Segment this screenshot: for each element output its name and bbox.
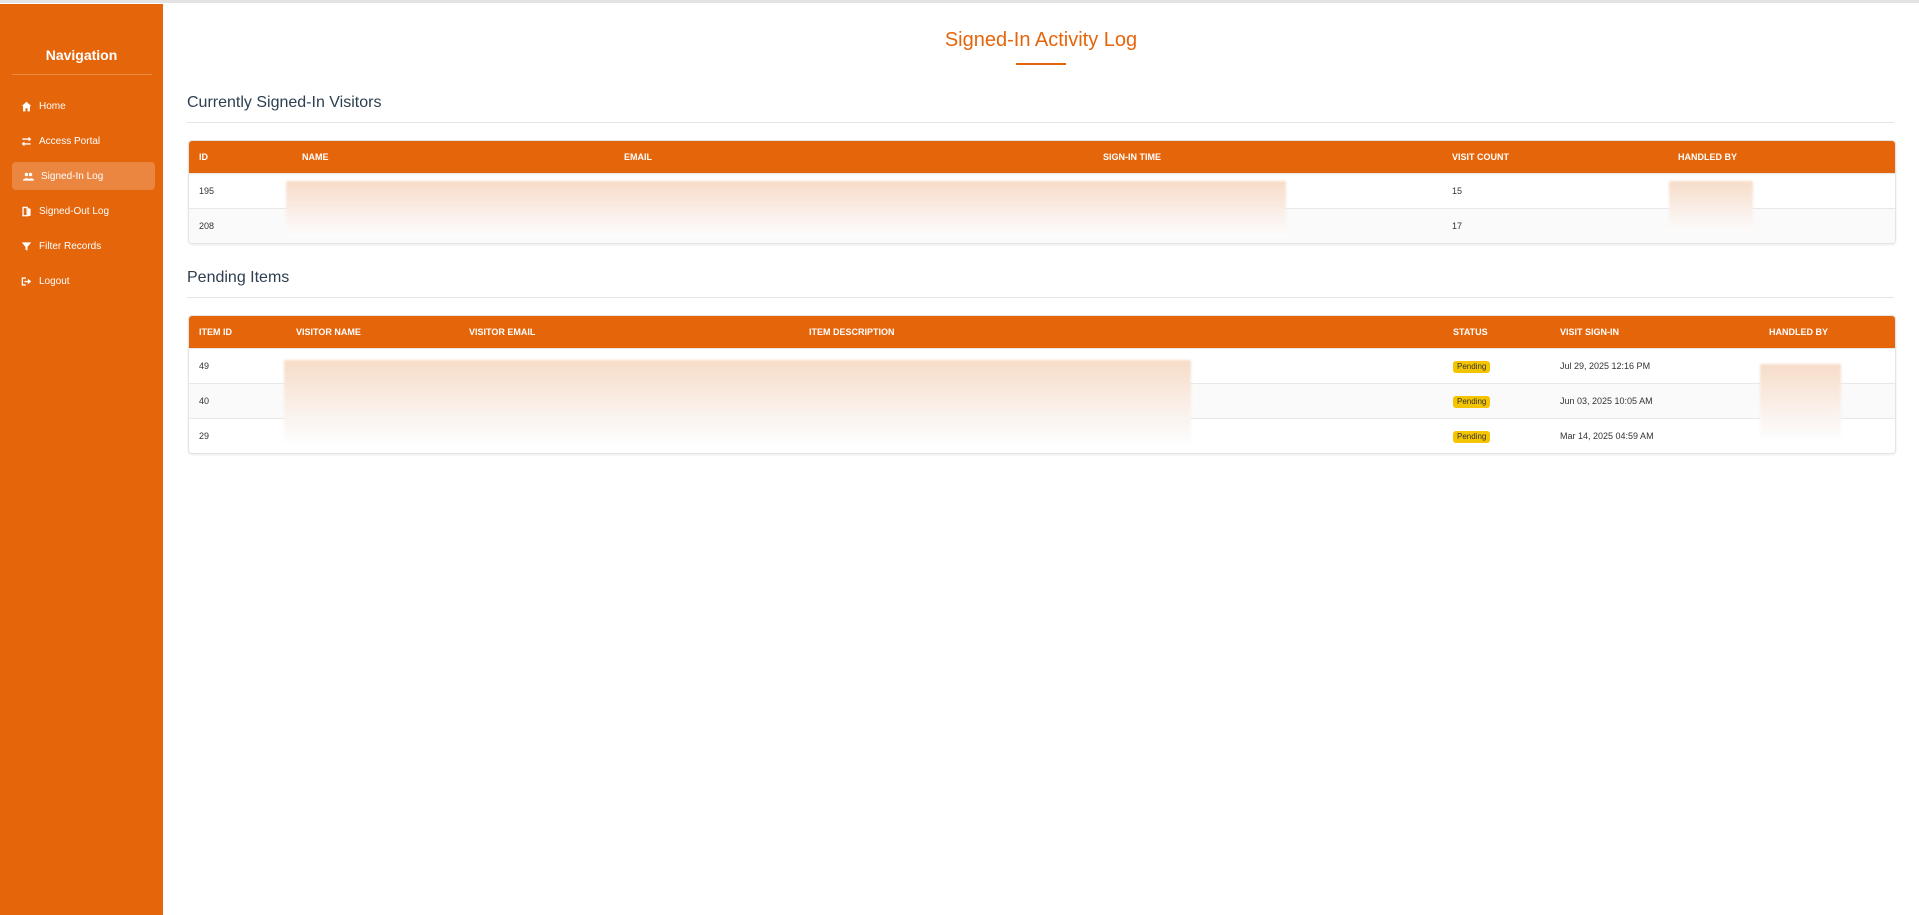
column-header-handled-by[interactable]: HANDLED BY xyxy=(1769,316,1828,348)
sidebar: Navigation Home Access Portal Signed-In … xyxy=(0,4,163,915)
page-title: Signed-In Activity Log xyxy=(944,29,1138,51)
sidebar-item-label: Home xyxy=(39,100,66,112)
sidebar-item-access-portal[interactable]: Access Portal xyxy=(12,127,155,155)
title-underline xyxy=(1016,63,1066,65)
visit-count: 15 xyxy=(1452,186,1463,196)
column-header-visitor-name[interactable]: VISITOR NAME xyxy=(296,316,361,348)
status-badge: Pending xyxy=(1453,360,1491,373)
pending-table: ITEM ID VISITOR NAME VISITOR EMAIL ITEM … xyxy=(188,315,1896,454)
table-header: ID NAME EMAIL SIGN-IN TIME VISIT COUNT H… xyxy=(189,141,1895,173)
logout-icon xyxy=(20,275,32,287)
sidebar-item-filter-records[interactable]: Filter Records xyxy=(12,232,155,260)
sidebar-item-label: Signed-Out Log xyxy=(39,205,110,217)
column-header-visit-count[interactable]: VISIT COUNT xyxy=(1452,141,1509,173)
section-divider xyxy=(187,297,1894,298)
visit-count: 17 xyxy=(1452,221,1463,231)
main-content: Signed-In Activity Log Currently Signed-… xyxy=(163,4,1919,915)
visit-sign-in: Mar 14, 2025 04:59 AM xyxy=(1560,431,1654,441)
column-header-status[interactable]: STATUS xyxy=(1453,316,1488,348)
status-cell: Pending xyxy=(1453,384,1491,418)
redacted-area xyxy=(286,181,1286,237)
filter-icon xyxy=(20,240,32,252)
sidebar-item-signed-out-log[interactable]: Signed-Out Log xyxy=(12,197,155,225)
sidebar-item-signed-in-log[interactable]: Signed-In Log xyxy=(12,162,155,190)
redacted-area xyxy=(284,360,1191,442)
signed-in-table: ID NAME EMAIL SIGN-IN TIME VISIT COUNT H… xyxy=(188,140,1896,244)
sidebar-item-label: Logout xyxy=(39,275,70,287)
column-header-visitor-email[interactable]: VISITOR EMAIL xyxy=(469,316,535,348)
sidebar-item-label: Signed-In Log xyxy=(41,170,104,182)
sidebar-item-label: Filter Records xyxy=(39,240,102,252)
sidebar-nav: Home Access Portal Signed-In Log Signed-… xyxy=(12,92,155,302)
signed-in-section-title: Currently Signed-In Visitors xyxy=(187,94,382,111)
column-header-id[interactable]: ID xyxy=(199,141,208,173)
redacted-area xyxy=(1760,364,1841,438)
top-border xyxy=(0,0,1919,3)
section-divider xyxy=(187,122,1894,123)
status-badge: Pending xyxy=(1453,395,1491,408)
status-cell: Pending xyxy=(1453,349,1491,383)
sidebar-item-logout[interactable]: Logout xyxy=(12,267,155,295)
visitor-id: 208 xyxy=(199,221,215,231)
sidebar-title: Navigation xyxy=(45,47,118,63)
item-id: 49 xyxy=(199,361,210,371)
visitor-id: 195 xyxy=(199,186,215,196)
exchange-icon xyxy=(20,135,32,147)
column-header-sign-in-time[interactable]: SIGN-IN TIME xyxy=(1103,141,1161,173)
item-id: 40 xyxy=(199,396,210,406)
column-header-handled-by[interactable]: HANDLED BY xyxy=(1678,141,1737,173)
column-header-email[interactable]: EMAIL xyxy=(624,141,652,173)
column-header-name[interactable]: NAME xyxy=(302,141,329,173)
item-id: 29 xyxy=(199,431,210,441)
sidebar-divider xyxy=(12,74,152,75)
users-icon xyxy=(22,170,34,182)
visit-sign-in: Jun 03, 2025 10:05 AM xyxy=(1560,396,1653,406)
pending-section-title: Pending Items xyxy=(187,269,290,286)
home-icon xyxy=(20,100,32,112)
column-header-item-description[interactable]: ITEM DESCRIPTION xyxy=(809,316,895,348)
status-cell: Pending xyxy=(1453,419,1491,453)
column-header-visit-sign-in[interactable]: VISIT SIGN-IN xyxy=(1560,316,1619,348)
table-header: ITEM ID VISITOR NAME VISITOR EMAIL ITEM … xyxy=(189,316,1895,348)
sidebar-item-label: Access Portal xyxy=(39,135,101,147)
status-badge: Pending xyxy=(1453,430,1491,443)
door-icon xyxy=(20,205,32,217)
redacted-area xyxy=(1669,181,1753,233)
sidebar-item-home[interactable]: Home xyxy=(12,92,155,120)
visit-sign-in: Jul 29, 2025 12:16 PM xyxy=(1560,361,1651,371)
column-header-item-id[interactable]: ITEM ID xyxy=(199,316,232,348)
